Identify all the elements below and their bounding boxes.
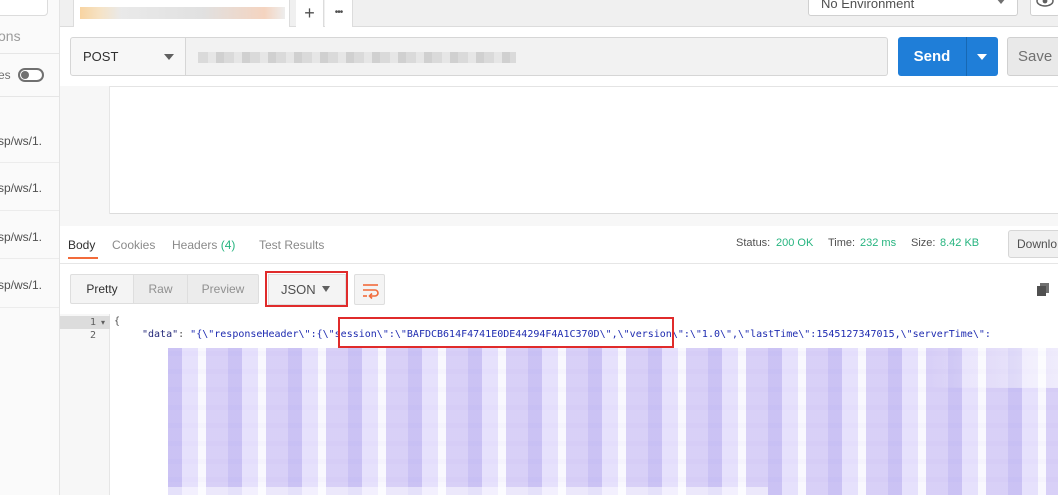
json-string-part: "{\"responseHeader\":{: [190, 329, 323, 340]
history-item[interactable]: sp/ws/1.: [0, 134, 42, 148]
eye-icon: [1036, 0, 1054, 7]
json-key: "data": [142, 329, 179, 340]
size-value: 8.42 KB: [940, 237, 980, 249]
history-item[interactable]: sp/ws/1.: [0, 230, 42, 244]
new-tab-button[interactable]: +: [296, 0, 324, 27]
pane-resize-handle[interactable]: [60, 214, 1058, 226]
chevron-down-icon: [996, 0, 1006, 4]
time-value: 232 ms: [860, 237, 897, 249]
tab-test-results[interactable]: Test Results: [259, 238, 324, 252]
sidebar-tab-collections[interactable]: ons: [0, 28, 21, 44]
fold-arrow-icon[interactable]: ▾: [101, 318, 105, 327]
sidebar-toggle-label: es: [0, 68, 11, 82]
status-label: Status:: [736, 237, 771, 249]
response-divider: [60, 263, 1058, 264]
sidebar-divider: [0, 307, 59, 308]
save-button[interactable]: Save: [1007, 37, 1058, 76]
active-tab-indicator: [68, 257, 98, 259]
tab-cookies[interactable]: Cookies: [112, 238, 155, 252]
send-options-chevron-icon[interactable]: [977, 54, 987, 60]
view-preview-button[interactable]: Preview: [187, 274, 259, 304]
request-body-editor[interactable]: [60, 86, 1058, 214]
request-tab-title-redacted: [80, 7, 285, 19]
copy-icon-svg: [1037, 283, 1049, 296]
response-code-gutter: [60, 314, 110, 495]
url-redacted: [198, 52, 516, 63]
json-colon: :: [178, 329, 191, 340]
session-highlight-box: [338, 317, 674, 348]
environment-select[interactable]: No Environment: [808, 0, 1018, 16]
sidebar-divider: [0, 258, 59, 259]
request-editor-gutter: [60, 86, 110, 214]
headers-count-badge: (4): [220, 238, 236, 252]
sidebar-divider: [0, 162, 59, 163]
line-number: 2: [90, 330, 97, 341]
tab-body[interactable]: Body: [68, 238, 95, 252]
time-label: Time:: [828, 237, 856, 249]
sidebar-divider: [0, 96, 59, 97]
sidebar-search-input[interactable]: [0, 0, 48, 16]
send-split-divider: [966, 37, 967, 76]
view-raw-button[interactable]: Raw: [133, 274, 188, 304]
view-pretty-button[interactable]: Pretty: [70, 274, 134, 304]
tab-headers-label: Headers: [172, 238, 218, 252]
tab-headers[interactable]: Headers (4): [172, 238, 235, 252]
redaction-fade: [930, 348, 1058, 388]
send-button-group: Send: [898, 37, 998, 76]
more-tabs-button[interactable]: •••: [325, 0, 353, 27]
code-line-1: {: [114, 316, 121, 327]
size-label: Size:: [911, 237, 936, 249]
line-number: 1: [90, 317, 97, 328]
environment-quick-look-button[interactable]: [1030, 0, 1058, 16]
wrap-lines-button[interactable]: [354, 274, 385, 305]
copy-icon[interactable]: [1036, 282, 1050, 296]
sidebar-toggle-switch[interactable]: [18, 68, 44, 82]
history-item[interactable]: sp/ws/1.: [0, 181, 42, 195]
format-highlight-box: [265, 271, 348, 307]
send-button[interactable]: Send: [898, 37, 966, 76]
download-button[interactable]: Downlo: [1008, 230, 1058, 258]
sidebar: ons es sp/ws/1. sp/ws/1. sp/ws/1. sp/ws/…: [0, 0, 60, 495]
wrap-lines-icon: [363, 284, 379, 300]
toggle-knob: [21, 71, 29, 79]
sidebar-divider: [0, 53, 59, 54]
chevron-down-icon: [164, 54, 174, 60]
redaction-fade: [168, 487, 768, 495]
sidebar-divider: [0, 210, 59, 211]
response-body-redacted: [168, 348, 1058, 495]
status-value: 200 OK: [776, 237, 814, 249]
history-item[interactable]: sp/ws/1.: [0, 278, 42, 292]
